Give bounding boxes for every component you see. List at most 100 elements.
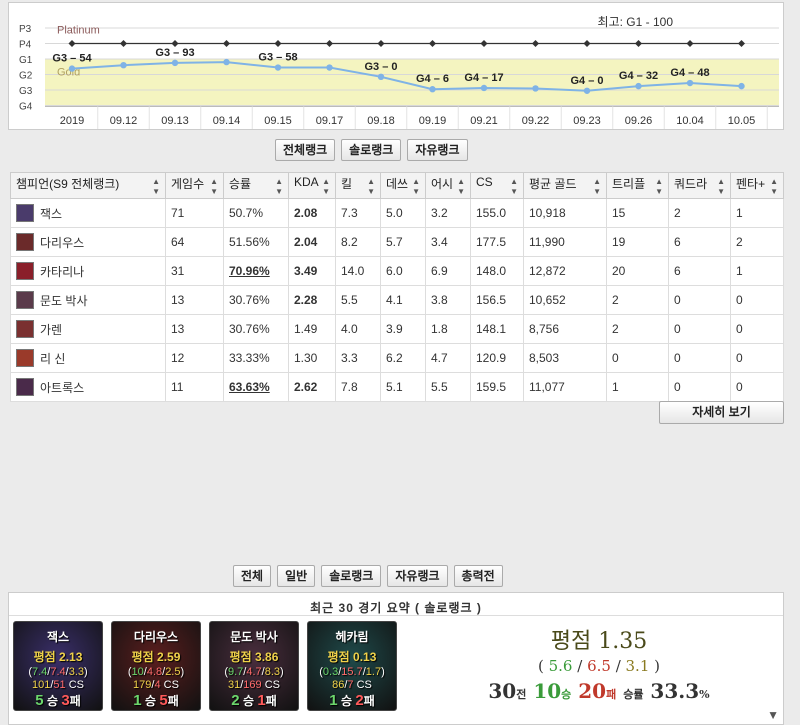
champion-name[interactable]: 아트록스 <box>40 379 84 396</box>
card-rating: 평점 2.13 <box>33 650 83 664</box>
cell-kills: 8.2 <box>335 227 381 257</box>
x-tick-label: 09.19 <box>419 115 447 127</box>
col-quadra[interactable]: 쿼드라 ▲ ▼ <box>668 172 731 199</box>
card-losses: 5 <box>159 692 168 709</box>
champion-info: 카타리나 <box>16 262 160 280</box>
tier-axis-label: G2 <box>19 71 33 82</box>
card-win-label: 승 <box>46 694 58 708</box>
champion-name[interactable]: 다리우스 <box>40 234 84 251</box>
col-deaths[interactable]: 데쓰 ▲ ▼ <box>380 172 426 199</box>
card-assists: 1.7 <box>365 666 382 678</box>
champion-name[interactable]: 가렌 <box>40 321 62 338</box>
champion-name[interactable]: 카타리나 <box>40 263 84 280</box>
champion-info: 다리우스 <box>16 233 160 251</box>
card-kda: (10/4.8/2.5) <box>127 666 185 678</box>
cell-assists: 5.5 <box>425 372 471 402</box>
champion-portrait-icon <box>16 262 34 280</box>
card-cs-games: 169 <box>243 679 262 691</box>
cell-triple: 2 <box>606 314 669 344</box>
tab-aram[interactable]: 총력전 <box>453 565 503 587</box>
rank-tabs: 전체랭크 솔로랭크 자유랭크 <box>275 139 468 161</box>
cell-penta: 1 <box>730 198 784 228</box>
col-assists[interactable]: 어시 ▲ ▼ <box>425 172 471 199</box>
cell-cs: 120.9 <box>470 343 524 373</box>
overall-summary: 평점 1.35 ( 5.6 / 6.5 / 3.1 ) 30전 10승 20패 … <box>459 623 739 703</box>
champion-summary-card[interactable]: 다리우스 평점 2.59 (10/4.8/2.5) 179/4 CS 1 승 5… <box>111 621 201 711</box>
col-games[interactable]: 게임수 ▲ ▼ <box>165 172 224 199</box>
tab-all-matches[interactable]: 전체 <box>233 565 272 587</box>
champion-info: 리 신 <box>16 349 160 367</box>
table-row[interactable]: 잭스 71 50.7% 2.08 7.3 5.0 3.2 155.0 10,918 15 2 1 <box>10 198 784 228</box>
x-tick-label: 2019 <box>60 115 84 127</box>
cell-gold: 8,503 <box>523 343 607 373</box>
card-wins: 1 <box>329 692 338 709</box>
table-row[interactable]: 가렌 13 30.76% 1.49 4.0 3.9 1.8 148.1 8,756 2 0 0 <box>10 314 784 344</box>
overall-losses: 20 <box>578 679 607 703</box>
champion-summary-card[interactable]: 문도 박사 평점 3.86 (9.7/4.7/8.3) 31/169 CS 2 … <box>209 621 299 711</box>
table-row[interactable]: 아트록스 11 63.63% 2.62 7.8 5.1 5.5 159.5 11,077 1 0 0 <box>10 372 784 402</box>
col-champion[interactable]: 챔피언(S9 전체랭크) ▲ ▼ <box>10 172 166 199</box>
games-label: 전 <box>516 688 527 701</box>
cell-assists: 1.8 <box>425 314 471 344</box>
tab-all-rank[interactable]: 전체랭크 <box>275 139 336 161</box>
table-row[interactable]: 문도 박사 13 30.76% 2.28 5.5 4.1 3.8 156.5 10,652 2 0 0 <box>10 285 784 315</box>
card-kills: 7.4 <box>31 666 48 678</box>
cell-games: 13 <box>165 314 224 344</box>
card-rating: 평점 3.86 <box>229 650 279 664</box>
card-assists: 2.5 <box>165 666 181 678</box>
champion-summary-card[interactable]: 잭스 평점 2.13 (7.4/7.4/3.3) 101/51 CS 5 승 3… <box>13 621 103 711</box>
point-label: G4 – 0 <box>570 75 603 87</box>
point-label: G4 – 6 <box>416 73 449 85</box>
chart-max-label: 최고: G1 - 100 <box>597 15 673 29</box>
card-win-label: 승 <box>242 694 254 708</box>
col-winrate[interactable]: 승률 ▲ ▼ <box>223 172 289 199</box>
col-cs[interactable]: CS ▲ ▼ <box>470 172 524 199</box>
col-kills[interactable]: 킬 ▲ ▼ <box>335 172 381 199</box>
sort-icon: ▲ ▼ <box>770 176 778 196</box>
ref-point-marker <box>68 40 76 47</box>
point-label: G3 – 58 <box>258 52 297 64</box>
card-loss-label: 패 <box>69 694 81 708</box>
x-tick-label: 09.23 <box>573 115 601 127</box>
col-penta[interactable]: 펜타+ ▲ ▼ <box>730 172 784 199</box>
tab-solo-rank[interactable]: 솔로랭크 <box>341 139 402 161</box>
table-row[interactable]: 리 신 12 33.33% 1.30 3.3 6.2 4.7 120.9 8,503 0 0 0 <box>10 343 784 373</box>
point-label: G3 – 93 <box>155 47 194 59</box>
tab-solo[interactable]: 솔로랭크 <box>321 565 382 587</box>
x-tick-label: 10.05 <box>728 115 756 127</box>
scroll-down-icon[interactable]: ▼ <box>767 708 779 722</box>
cell-cs: 148.0 <box>470 256 524 286</box>
table-row[interactable]: 카타리나 31 70.96% 3.49 14.0 6.0 6.9 148.0 12,872 20 6… <box>10 256 784 286</box>
platinum-band-label: Platinum <box>57 24 100 36</box>
champion-name[interactable]: 리 신 <box>40 350 65 367</box>
tab-normal[interactable]: 일반 <box>277 565 316 587</box>
col-triple[interactable]: 트리플 ▲ ▼ <box>606 172 669 199</box>
card-record: 5 승 3패 <box>14 692 102 709</box>
x-tick-label: 09.13 <box>161 115 189 127</box>
card-cs-label: CS <box>264 679 280 691</box>
ref-point-marker <box>686 40 694 47</box>
ref-point-marker <box>274 40 282 47</box>
cell-quadra: 0 <box>668 372 731 402</box>
table-row[interactable]: 다리우스 64 51.56% 2.04 8.2 5.7 3.4 177.5 11,990 19 6 2 <box>10 227 784 257</box>
card-assists: 8.3 <box>264 666 280 678</box>
cell-cs: 155.0 <box>470 198 524 228</box>
col-kda[interactable]: KDA ▲ ▼ <box>288 172 336 199</box>
card-losses: 1 <box>257 692 266 709</box>
detail-view-button[interactable]: 자세히 보기 <box>659 401 784 424</box>
x-tick-label: 09.17 <box>316 115 344 127</box>
cell-kda: 2.28 <box>288 285 336 315</box>
cell-kills: 7.3 <box>335 198 381 228</box>
champion-summary-card[interactable]: 헤카림 평점 0.13 (0.3/15.7/1.7) 86/7 CS 1 승 2… <box>307 621 397 711</box>
champion-info: 문도 박사 <box>16 291 160 309</box>
champion-name[interactable]: 잭스 <box>40 205 62 222</box>
cell-gold: 12,872 <box>523 256 607 286</box>
tab-flex[interactable]: 자유랭크 <box>387 565 448 587</box>
col-avg-gold[interactable]: 평균 골드 ▲ ▼ <box>523 172 607 199</box>
point-label: G4 – 32 <box>619 70 658 82</box>
gold-tier-band <box>45 59 779 106</box>
cell-penta: 0 <box>730 372 784 402</box>
champion-name[interactable]: 문도 박사 <box>40 292 88 309</box>
sort-icon: ▲ ▼ <box>210 176 218 196</box>
tab-flex-rank[interactable]: 자유랭크 <box>407 139 468 161</box>
